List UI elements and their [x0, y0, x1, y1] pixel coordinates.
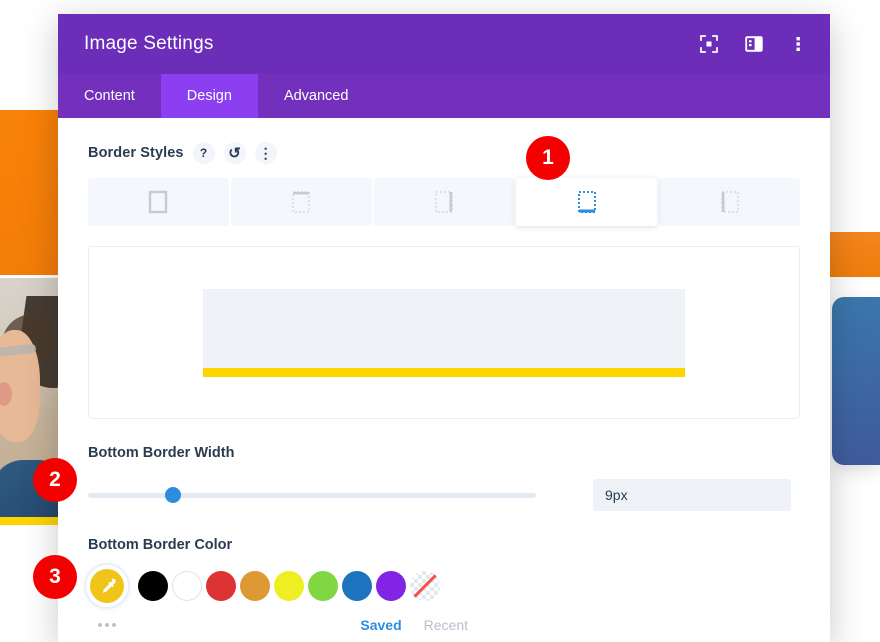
reset-icon[interactable]: ↺ [224, 142, 246, 164]
swatch-green[interactable] [308, 571, 338, 601]
border-top-icon [289, 188, 313, 216]
more-vertical-icon[interactable] [789, 35, 808, 54]
preview-box [203, 289, 685, 377]
background-yellow-rule-left [0, 517, 58, 525]
swatch-yellow[interactable] [274, 571, 304, 601]
swatch-red[interactable] [206, 571, 236, 601]
swatch-blue[interactable] [342, 571, 372, 601]
preview-bottom-border [203, 368, 685, 377]
tab-saved-colors[interactable]: Saved [360, 617, 401, 633]
background-orange-block-right [822, 232, 880, 277]
swatch-none[interactable] [410, 571, 440, 601]
swatch-white[interactable] [172, 571, 202, 601]
swatch-black[interactable] [138, 571, 168, 601]
border-style-option-group [88, 178, 800, 226]
layout-panel-icon[interactable] [744, 35, 763, 54]
border-preview-panel [88, 246, 800, 419]
image-settings-modal: Image Settings [58, 14, 830, 642]
border-styles-label: Border Styles [88, 145, 184, 161]
background-orange-block-left [0, 110, 58, 275]
border-style-all-button[interactable] [88, 178, 229, 226]
color-picker-footer: Saved Recent [88, 611, 800, 633]
bottom-border-width-label: Bottom Border Width [88, 445, 800, 461]
modal-header: Image Settings [58, 14, 830, 74]
color-picker-tabs: Saved Recent [360, 617, 468, 633]
border-right-icon [432, 188, 456, 216]
fullscreen-icon[interactable] [699, 35, 718, 54]
more-vertical-icon[interactable]: ⋮ [255, 142, 277, 164]
more-horizontal-icon[interactable] [98, 623, 116, 627]
color-swatch-row [88, 569, 800, 603]
border-styles-header: Border Styles ? ↺ ⋮ [88, 142, 800, 164]
modal-title: Image Settings [84, 33, 699, 55]
slider-handle[interactable] [165, 487, 181, 503]
bottom-border-width-control: 9px [88, 479, 800, 511]
no-color-slash-icon [412, 573, 438, 599]
border-style-bottom-button[interactable] [516, 178, 657, 226]
eyedropper-button[interactable] [90, 569, 124, 603]
background-blue-card-right [832, 297, 880, 465]
bottom-border-width-input[interactable]: 9px [593, 479, 791, 511]
border-style-right-button[interactable] [374, 178, 515, 226]
tab-advanced[interactable]: Advanced [258, 74, 375, 118]
step-badge-1: 1 [526, 136, 570, 180]
border-left-icon [718, 188, 742, 216]
swatch-orange[interactable] [240, 571, 270, 601]
modal-tabbar: Content Design Advanced [58, 74, 830, 118]
screen: Image Settings [0, 0, 880, 642]
slider-track [88, 493, 536, 498]
tab-design[interactable]: Design [161, 74, 258, 118]
eyedropper-icon [98, 577, 117, 596]
modal-body: Border Styles ? ↺ ⋮ [58, 118, 830, 642]
step-badge-2: 2 [33, 458, 77, 502]
border-bottom-icon [575, 188, 599, 216]
step-badge-3: 3 [33, 555, 77, 599]
border-style-left-button[interactable] [659, 178, 800, 226]
border-all-icon [146, 188, 170, 216]
bottom-border-color-label: Bottom Border Color [88, 537, 800, 553]
bottom-border-width-slider[interactable] [88, 486, 536, 504]
tab-content[interactable]: Content [58, 74, 161, 118]
tab-recent-colors[interactable]: Recent [424, 617, 468, 633]
swatch-purple[interactable] [376, 571, 406, 601]
border-style-top-button[interactable] [231, 178, 372, 226]
modal-header-actions [699, 35, 808, 54]
help-icon[interactable]: ? [193, 142, 215, 164]
